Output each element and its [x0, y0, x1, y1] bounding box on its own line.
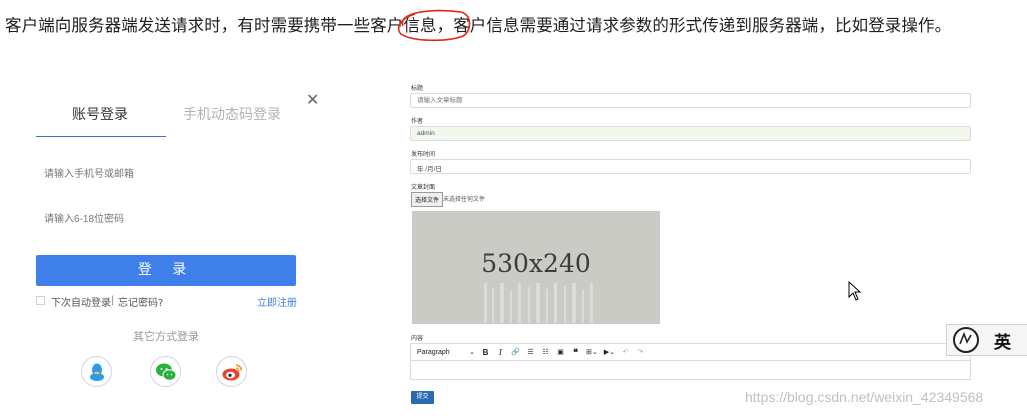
article-form: 标题 作者 admin 发布时间 年 /月/日 文章封面 选择文件 未选择任何文…: [410, 80, 972, 410]
auto-login-checkbox[interactable]: [36, 296, 45, 305]
no-file-text: 未选择任何文件: [443, 197, 486, 203]
image-icon[interactable]: ▣: [556, 346, 565, 358]
content-label: 内容: [411, 336, 424, 342]
media-icon[interactable]: ▶⌄: [604, 346, 615, 358]
intro-after: ，客户信息需要通过请求参数的形式传递到服务器端，比如登录操作。: [436, 16, 952, 35]
paragraph-label: Paragraph: [417, 348, 450, 356]
table-icon[interactable]: ⊞⌄: [586, 346, 598, 358]
bold-button[interactable]: B: [481, 346, 490, 358]
login-panel: 账号登录 手机动态码登录 ✕ 登 录 下次自动登录 | 忘记密码? 立即注册 其…: [0, 88, 330, 408]
cover-size-text: 530x240: [481, 249, 591, 278]
active-tab-indicator: [36, 136, 166, 137]
cover-label: 文章封面: [411, 185, 436, 191]
cover-image-placeholder: 530x240: [412, 211, 660, 324]
link-separator: |: [111, 295, 115, 306]
ime-indicator[interactable]: 英: [946, 324, 1027, 356]
weibo-icon: [222, 363, 242, 380]
chevron-down-icon: ⌄: [469, 349, 475, 356]
link-icon[interactable]: 🔗: [511, 346, 520, 358]
choose-file-button[interactable]: 选择文件: [411, 192, 444, 207]
quote-icon[interactable]: ❝: [571, 346, 580, 358]
qq-login-button[interactable]: [81, 356, 112, 387]
date-label: 发布时间: [411, 152, 436, 158]
author-label: 作者: [411, 119, 424, 125]
numbered-list-icon[interactable]: ☷: [541, 346, 550, 358]
italic-button[interactable]: I: [496, 346, 505, 358]
auto-login-label: 下次自动登录: [51, 298, 111, 309]
author-input[interactable]: admin: [410, 126, 971, 141]
login-button[interactable]: 登 录: [36, 255, 296, 286]
password-input[interactable]: [36, 201, 296, 237]
placeholder-texture: [484, 283, 593, 323]
close-icon[interactable]: ✕: [306, 90, 319, 109]
phone-email-input[interactable]: [36, 156, 296, 192]
wechat-login-button[interactable]: [150, 356, 181, 387]
intro-highlight: 客户信息: [370, 16, 437, 35]
tab-phone-login[interactable]: 手机动态码登录: [183, 104, 281, 124]
intro-text: 客户端向服务器端发送请求时，有时需要携带一些客户信息，客户信息需要通过请求参数的…: [5, 12, 951, 36]
weibo-login-button[interactable]: [216, 356, 247, 387]
forgot-password-link[interactable]: 忘记密码?: [118, 294, 163, 309]
redo-icon[interactable]: ↷: [636, 346, 645, 358]
ime-logo-icon: [953, 327, 979, 353]
other-login-methods-label: 其它方式登录: [133, 330, 199, 343]
title-input[interactable]: [410, 93, 971, 108]
register-link[interactable]: 立即注册: [257, 294, 297, 309]
wechat-icon: [155, 363, 176, 381]
qq-icon: [89, 363, 104, 381]
title-label: 标题: [411, 86, 424, 92]
undo-icon[interactable]: ↶: [621, 346, 630, 358]
bulleted-list-icon[interactable]: ☰: [526, 346, 535, 358]
mouse-cursor-icon: [848, 281, 862, 301]
publish-date-input[interactable]: 年 /月/日: [410, 159, 971, 174]
intro-before: 客户端向服务器端发送请求时，有时需要携带一些: [5, 16, 371, 35]
submit-button[interactable]: 提交: [411, 391, 434, 404]
watermark: https://blog.csdn.net/weixin_42349568: [745, 389, 984, 405]
ime-mode-label: 英: [994, 332, 1011, 353]
tab-account-login[interactable]: 账号登录: [72, 104, 128, 124]
editor-toolbar: Paragraph ⌄ B I 🔗 ☰ ☷ ▣ ❝ ⊞⌄ ▶⌄ ↶ ↷: [410, 343, 971, 360]
paragraph-select[interactable]: Paragraph ⌄: [417, 346, 475, 358]
content-editor[interactable]: [410, 360, 971, 380]
